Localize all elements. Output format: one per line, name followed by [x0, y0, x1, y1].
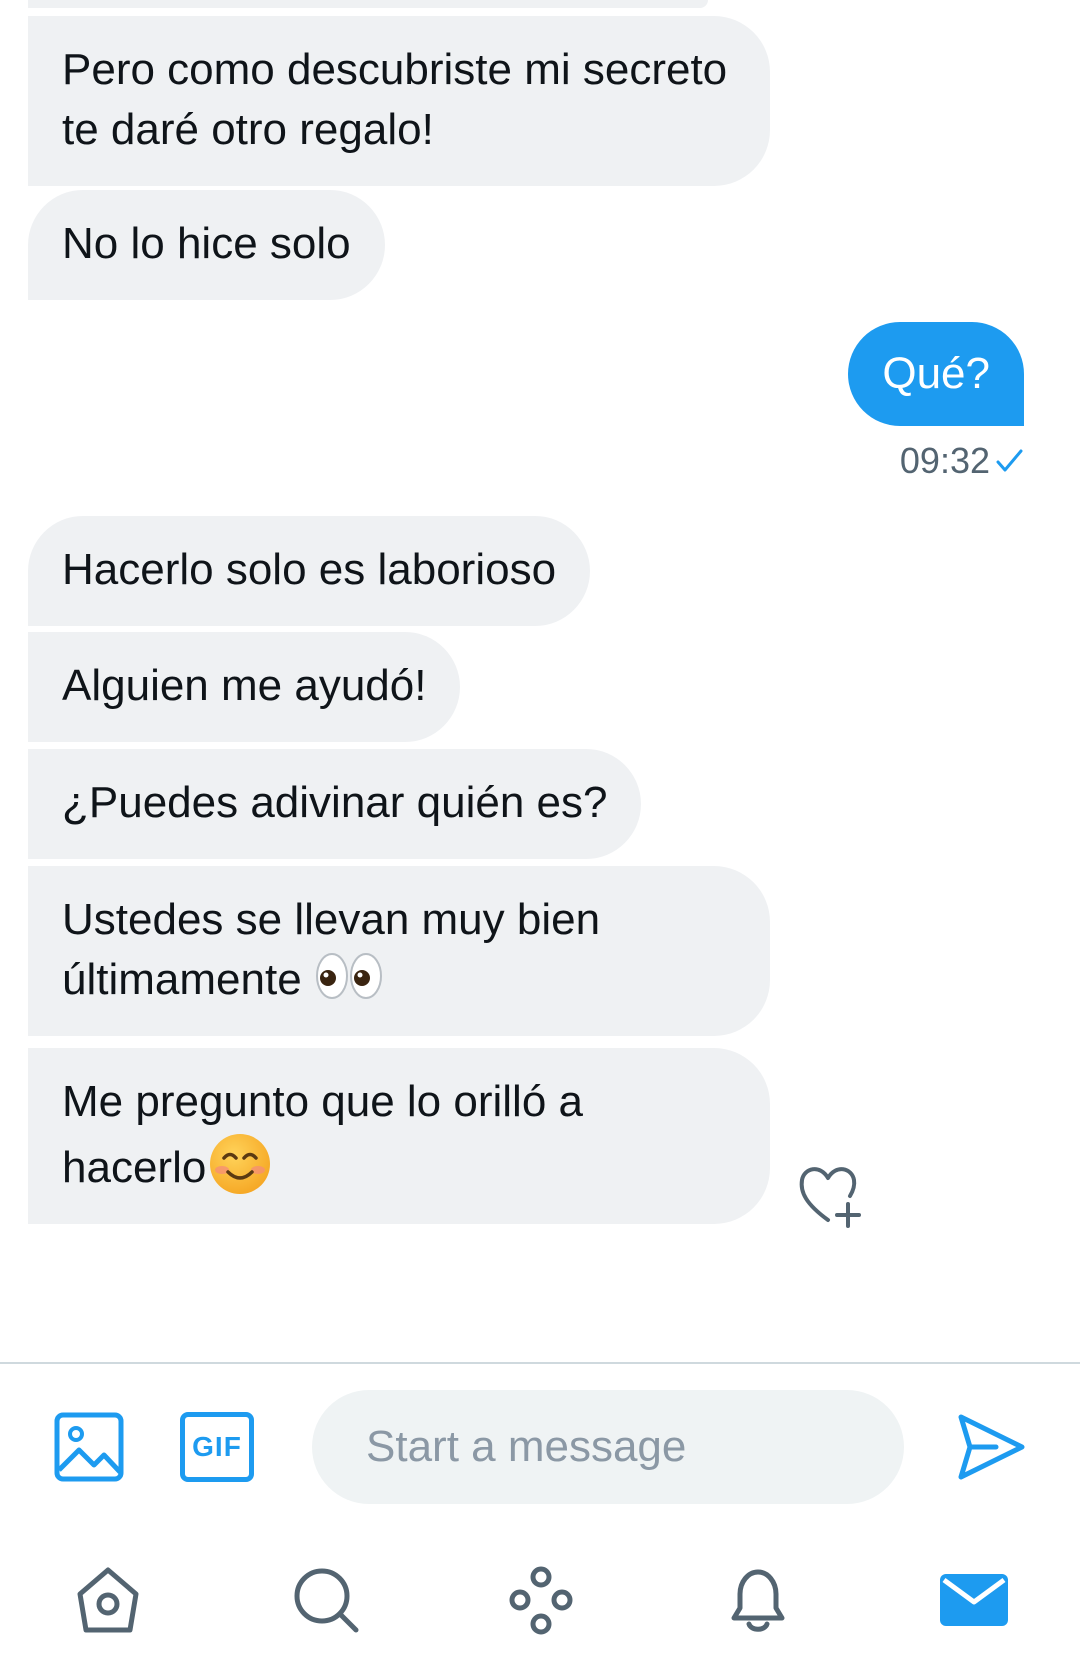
- image-icon[interactable]: [54, 1412, 124, 1482]
- messages-icon[interactable]: [938, 1564, 1010, 1636]
- message-input[interactable]: [312, 1390, 904, 1504]
- incoming-message[interactable]: Alguien me ayudó!: [28, 632, 461, 742]
- gif-icon[interactable]: GIF: [180, 1412, 254, 1482]
- bottom-navigation: [0, 1534, 1080, 1665]
- sent-check-icon: [996, 449, 1023, 472]
- message-text: Pero como descubriste mi secreto te daré…: [62, 45, 728, 154]
- notifications-icon[interactable]: [722, 1564, 794, 1636]
- message-text-line: últimamente: [62, 955, 302, 1004]
- message-timestamp: 09:32: [900, 440, 1024, 482]
- message-text: Hacerlo solo es laborioso: [62, 545, 557, 594]
- incoming-message[interactable]: Ustedes se llevan muy bien últimamente: [28, 866, 770, 1036]
- outgoing-message[interactable]: Qué?: [848, 322, 1024, 426]
- conversation-thread: Pero como descubriste mi secreto te daré…: [0, 0, 1080, 1362]
- message-text-line: Me pregunto que lo orilló a: [62, 1077, 583, 1126]
- smiling-face-emoji: [210, 1134, 271, 1194]
- incoming-message[interactable]: Pero como descubriste mi secreto te daré…: [28, 16, 770, 186]
- message-text: ¿Puedes adivinar quién es?: [62, 778, 608, 827]
- incoming-message[interactable]: ¿Puedes adivinar quién es?: [28, 749, 642, 859]
- send-icon[interactable]: [956, 1412, 1026, 1482]
- message-text: Qué?: [882, 349, 990, 398]
- search-icon[interactable]: [290, 1564, 362, 1636]
- message-composer: GIF: [0, 1364, 1080, 1534]
- message-text: Alguien me ayudó!: [62, 661, 427, 710]
- incoming-message[interactable]: No lo hice solo: [28, 190, 385, 300]
- spaces-icon[interactable]: [505, 1564, 577, 1636]
- gif-label: GIF: [192, 1431, 242, 1462]
- incoming-message[interactable]: Me pregunto que lo orilló a hacerlo: [28, 1048, 770, 1224]
- message-text: No lo hice solo: [62, 219, 351, 268]
- home-icon[interactable]: [72, 1564, 144, 1636]
- previous-message-edge: [28, 0, 708, 8]
- timestamp-text: 09:32: [899, 440, 990, 481]
- message-text-line: hacerlo: [62, 1143, 207, 1192]
- eyes-emoji: [315, 953, 382, 999]
- incoming-message[interactable]: Hacerlo solo es laborioso: [28, 516, 591, 626]
- heart-plus-icon[interactable]: [796, 1160, 868, 1228]
- message-text-line: Ustedes se llevan muy bien: [62, 895, 601, 944]
